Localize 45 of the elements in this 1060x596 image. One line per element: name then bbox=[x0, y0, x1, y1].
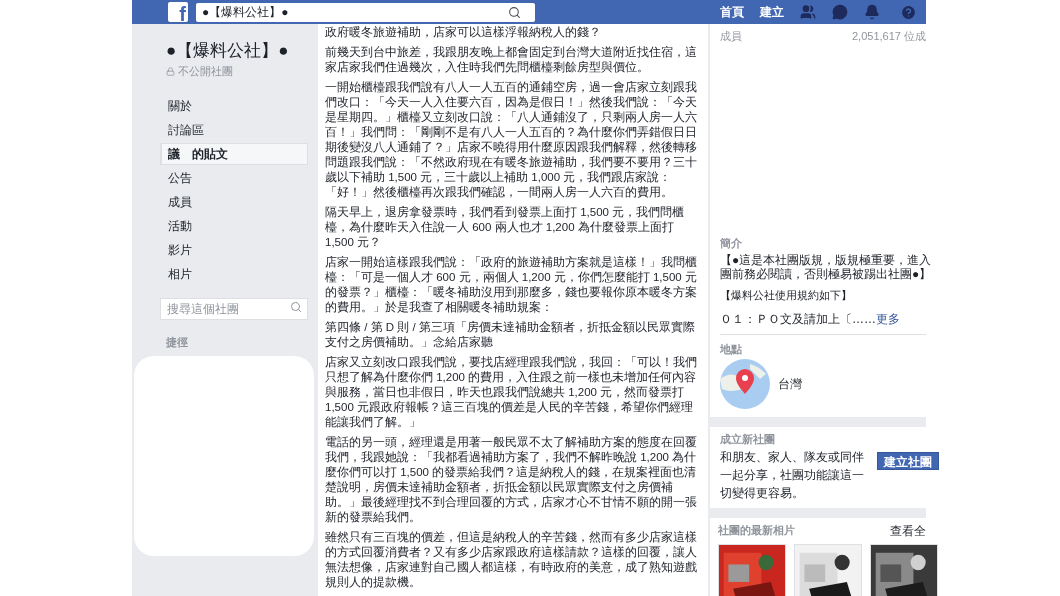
post-paragraph: 前幾天到台中旅差，我跟朋友晚上都會固定到台灣大道附近找住宿，這 家店家我們住過幾次，入住時我們先問櫃檯剩餘房型與價位。 bbox=[325, 45, 697, 75]
notifications-icon[interactable] bbox=[864, 4, 880, 20]
about-excerpt: ０１：ＰＯ文及請加上〔……更多 bbox=[720, 310, 901, 328]
sidebar-item[interactable]: 公告 bbox=[160, 165, 308, 190]
section-heading: 簡介 bbox=[720, 235, 743, 251]
sidebar-item[interactable]: 議 的貼文 bbox=[160, 142, 308, 165]
section-heading: 地點 bbox=[720, 341, 743, 357]
post-paragraph: 電話的另一頭，經理還是用著一般民眾不太了解補助方案的態度在回覆 我們，我跟她說：「我都看過補助方案了，我們不解昨晚說 1,200 為什 麼你們可以打 1,500 的發票給我們？這是納稅人的錢，在規案裡面也清 楚說明，房價未達補助金額者，折抵金額以民眾實際支付之房價補 助。」最後經理找不到合理回覆的方式，店家才心不甘情不願的開一張 新的發票給我們。 bbox=[325, 435, 697, 525]
section-heading: 成立新社團 bbox=[720, 432, 776, 447]
sidebar-item[interactable]: 關於 bbox=[160, 93, 308, 118]
nav-link[interactable]: 建立 bbox=[760, 3, 784, 21]
about-text: 【●這是本社團版規，版規極重要，進入 團前務必閱讀，否則極易被踢出社團●】 bbox=[720, 253, 933, 281]
group-privacy: 不公開社團 bbox=[178, 64, 233, 79]
facebook-logo[interactable]: f bbox=[168, 2, 188, 22]
members-count: 2,051,617 位成 bbox=[852, 29, 926, 44]
post-paragraph: 店家一開始這樣跟我們說：「政府的旅遊補助方案就是這樣！」我問櫃 檯：「可是一個人才 600 元，兩個人 1,200 元，你們怎麼能打 1,500 元 的發票？」櫃檯：「暖冬補助沒用到那麼多，錢也要報你原本暖冬方案 的費用。」於是我查了相關暖冬補助規案： bbox=[325, 255, 697, 315]
section-heading: 捷徑 bbox=[166, 334, 189, 350]
post-paragraph: 店家又立刻改口跟我們說，要找店經理跟我們說，我回：「可以！我們 只想了解為什麼你們 1,200 的費用，入住跟之前一樣也未增加任何內容 與服務，當日也非假日，昨天也跟我們說總共 1,200 元，然而發票打 1,500 元跟政府報帳？這三百塊的價差是人民的辛苦錢，希望你們經理 能讓我們了解。」 bbox=[325, 355, 697, 430]
sidebar-item[interactable]: 討論區 bbox=[160, 117, 308, 142]
nav-link[interactable]: 首頁 bbox=[720, 3, 744, 21]
help-icon[interactable] bbox=[900, 3, 917, 21]
location-name: 台灣 bbox=[778, 376, 802, 393]
rules-title: 【爆料公社使用規約如下】 bbox=[720, 288, 853, 303]
post-paragraph: 一開始櫃檯跟我們說有八人一人五百的通鋪空房，過一會店家立刻跟我 們改口：「今天一人入住要六百，因為是假日！」然後我們說：「今天 是星期四。」櫃檯又立刻改口說：「八人通鋪沒了，只剩兩人房一人六 百！」我們問：「剛剛不是有八人一人五百的？為什麼你們弄錯假日日 期後變沒八人通鋪了？」店家不曉得用什麼原因跟我們解釋，然後轉移 問題跟我們說：「不然政府現在有暖冬旅遊補助，我們要不要用？三十 歲以下補助 1,500 元，三十歲以上補助 1,000 元，我們跟店家說： 「好！」然後櫃檯再次跟我們確認，一間兩人房一人六百的費用。 bbox=[325, 80, 697, 200]
messenger-icon[interactable] bbox=[832, 4, 848, 20]
more-link[interactable]: 更多 bbox=[876, 311, 900, 326]
search-icon[interactable] bbox=[508, 5, 521, 19]
create-group-button[interactable]: 建立社團 bbox=[877, 451, 939, 470]
post-paragraph: 政府暖冬旅遊補助，店家可以這樣浮報納稅人的錢？ bbox=[325, 25, 601, 40]
post-paragraph: 第四條 / 第 D 則 / 第三項「房價未達補助金額者，折抵金額以民眾實際 支付之房價補助。」念給店家聽 bbox=[325, 320, 695, 350]
lock-icon bbox=[166, 66, 175, 76]
group-name[interactable]: ●【爆料公社】● bbox=[166, 40, 308, 62]
members-label: 成員 bbox=[720, 29, 742, 44]
friends-icon[interactable] bbox=[800, 4, 816, 20]
create-group-text: 和朋友、家人、隊友或同伴 一起分享，社團功能讓這一 切變得更容易。 bbox=[720, 448, 865, 502]
sidebar-item[interactable]: 活動 bbox=[160, 213, 308, 238]
sidebar-item[interactable]: 成員 bbox=[160, 189, 308, 214]
group-search-field[interactable]: 搜尋這個社團 bbox=[160, 297, 308, 320]
sidebar-item[interactable]: 相片 bbox=[160, 261, 308, 286]
section-heading: 社團的最新相片 bbox=[718, 523, 795, 539]
sidebar-item[interactable]: 影片 bbox=[160, 237, 308, 262]
post-paragraph: 雖然只有三百塊的價差，但這是納稅人的辛苦錢，然而有多少店家這樣 的方式回覆消費者？又有多少店家跟政府這樣請款？這樣的回覆，讓人 無法想像，店家連對自己國人都這樣，有時政府的美意，成了熟知遊戲 規則人的提款機。 bbox=[325, 530, 697, 590]
see-all-link[interactable]: 查看全 bbox=[890, 521, 926, 540]
post-paragraph: 隔天早上，退房拿發票時，我們看到發票上面打 1,500 元，我們問櫃 檯，為什麼昨天入住說一人 600 兩人也才 1,200 為什麼發票上面打 1,500 元？ bbox=[325, 205, 685, 250]
search-field[interactable]: ●【爆料公社】● bbox=[196, 2, 535, 22]
